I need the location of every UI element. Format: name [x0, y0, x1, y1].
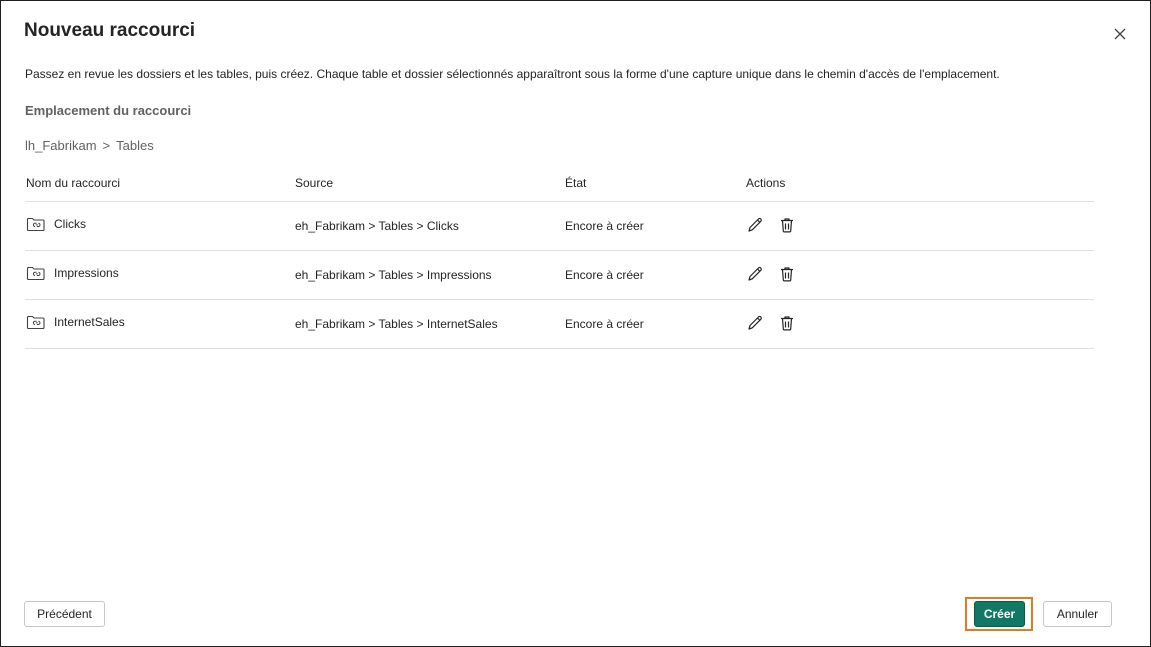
shortcut-name-cell: InternetSales	[26, 313, 125, 331]
table-row: Clicks eh_Fabrikam > Tables > Clicks Enc…	[25, 202, 1094, 251]
shortcut-source: eh_Fabrikam > Tables > InternetSales	[295, 317, 498, 331]
breadcrumb-lakehouse: lh_Fabrikam	[25, 138, 97, 153]
breadcrumb-tables: Tables	[116, 138, 154, 153]
dialog-title: Nouveau raccourci	[24, 20, 196, 41]
folder-shortcut-icon	[26, 217, 45, 232]
folder-shortcut-icon	[26, 266, 45, 281]
shortcut-name: Impressions	[54, 266, 119, 280]
shortcut-name-cell: Clicks	[26, 215, 86, 233]
row-actions	[746, 265, 796, 283]
row-actions	[746, 216, 796, 234]
breadcrumb: lh_Fabrikam > Tables	[25, 138, 154, 153]
shortcut-name: Clicks	[54, 217, 86, 231]
shortcuts-table: Nom du raccourci Source État Actions Cli…	[25, 165, 1094, 349]
header-name: Nom du raccourci	[26, 176, 121, 190]
edit-icon[interactable]	[746, 265, 764, 283]
breadcrumb-separator: >	[102, 138, 111, 153]
table-row: InternetSales eh_Fabrikam > Tables > Int…	[25, 300, 1094, 349]
shortcut-location-label: Emplacement du raccourci	[25, 103, 192, 118]
header-actions: Actions	[746, 176, 786, 190]
table-header: Nom du raccourci Source État Actions	[25, 165, 1094, 202]
new-shortcut-dialog: Nouveau raccourci Passez en revue les do…	[0, 0, 1151, 647]
shortcut-state: Encore à créer	[565, 317, 644, 331]
delete-icon[interactable]	[778, 216, 796, 234]
shortcut-state: Encore à créer	[565, 268, 644, 282]
close-icon	[1114, 28, 1126, 40]
row-actions	[746, 314, 796, 332]
dialog-description: Passez en revue les dossiers et les tabl…	[25, 67, 1000, 81]
edit-icon[interactable]	[746, 216, 764, 234]
header-source: Source	[295, 176, 334, 190]
delete-icon[interactable]	[778, 265, 796, 283]
shortcut-name: InternetSales	[54, 315, 125, 329]
edit-icon[interactable]	[746, 314, 764, 332]
shortcut-state: Encore à créer	[565, 219, 644, 233]
cancel-button[interactable]: Annuler	[1043, 601, 1112, 627]
close-button[interactable]	[1111, 25, 1129, 43]
create-button[interactable]: Créer	[974, 601, 1025, 627]
shortcut-source: eh_Fabrikam > Tables > Impressions	[295, 268, 492, 282]
shortcut-name-cell: Impressions	[26, 264, 119, 282]
header-state: État	[565, 176, 587, 190]
table-row: Impressions eh_Fabrikam > Tables > Impre…	[25, 251, 1094, 300]
previous-button[interactable]: Précédent	[24, 601, 105, 627]
delete-icon[interactable]	[778, 314, 796, 332]
folder-shortcut-icon	[26, 315, 45, 330]
shortcut-source: eh_Fabrikam > Tables > Clicks	[295, 219, 459, 233]
